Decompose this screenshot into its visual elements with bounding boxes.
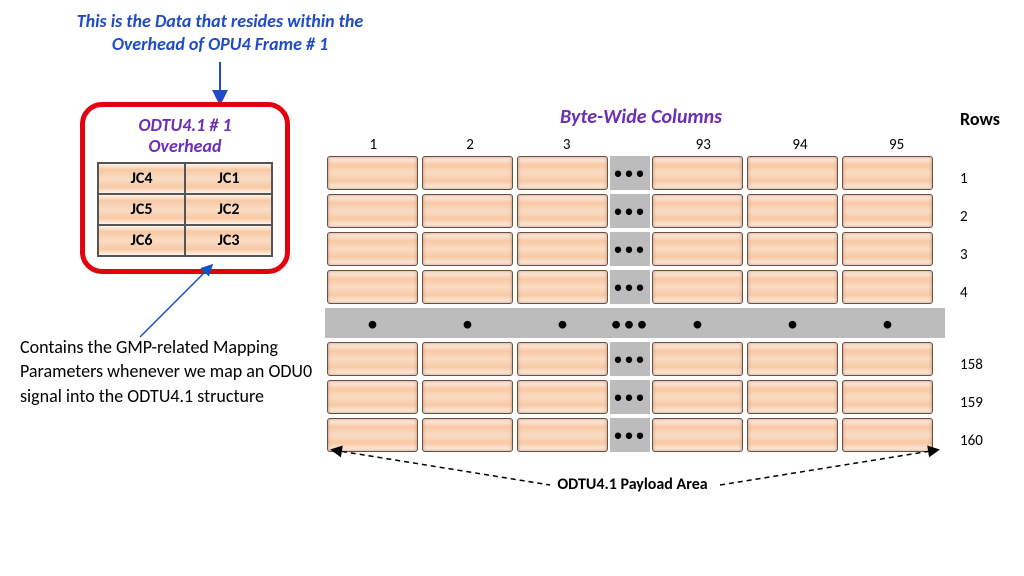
payload-cell bbox=[747, 380, 838, 414]
payload-cell bbox=[652, 270, 743, 304]
payload-cell bbox=[422, 194, 513, 228]
col-label-94: 94 bbox=[752, 136, 849, 154]
payload-cell bbox=[327, 156, 418, 190]
dot-icon: • bbox=[650, 310, 745, 337]
payload-cell bbox=[422, 380, 513, 414]
payload-cell bbox=[517, 380, 608, 414]
ellipsis-icon: ••• bbox=[610, 380, 650, 414]
jc-cell-jc4: JC4 bbox=[98, 163, 185, 194]
row-label-1: 1 bbox=[960, 160, 983, 198]
payload-cell bbox=[327, 380, 418, 414]
rows-axis-label: Rows bbox=[960, 108, 1000, 130]
jc-cell-jc2: JC2 bbox=[185, 194, 272, 225]
grid-row-ellipsis: ••••••••• bbox=[325, 308, 945, 338]
payload-cell bbox=[652, 194, 743, 228]
row-labels: 1 2 3 4 158 159 160 bbox=[960, 160, 983, 460]
payload-cell bbox=[747, 232, 838, 266]
overhead-title-line2: Overhead bbox=[149, 135, 222, 157]
dot-icon: • bbox=[515, 310, 610, 337]
payload-cell bbox=[422, 156, 513, 190]
payload-cell bbox=[747, 194, 838, 228]
dot-icon: • bbox=[745, 310, 840, 337]
payload-cell bbox=[517, 232, 608, 266]
payload-cell bbox=[652, 380, 743, 414]
row-label-159: 159 bbox=[960, 384, 983, 422]
payload-cell bbox=[422, 232, 513, 266]
payload-area-label: ODTU4.1 Payload Area bbox=[325, 475, 940, 494]
ellipsis-icon: ••• bbox=[610, 270, 650, 304]
bottom-annotation: Contains the GMP-related Mapping Paramet… bbox=[20, 335, 320, 408]
grid-top-rows: ••• ••• ••• ••• bbox=[325, 154, 945, 306]
arrow-bottom-to-overhead bbox=[140, 262, 260, 342]
payload-cell bbox=[327, 270, 418, 304]
payload-cell bbox=[517, 342, 608, 376]
payload-cell bbox=[327, 232, 418, 266]
row-label-2: 2 bbox=[960, 198, 983, 236]
payload-cell bbox=[747, 342, 838, 376]
payload-cell bbox=[652, 232, 743, 266]
dot-icon: • bbox=[325, 310, 420, 337]
payload-title: Byte-Wide Columns bbox=[560, 105, 722, 129]
payload-cell bbox=[842, 270, 933, 304]
payload-cell bbox=[842, 156, 933, 190]
col-label-95: 95 bbox=[848, 136, 945, 154]
ellipsis-icon: ••• bbox=[610, 156, 650, 190]
payload-cell bbox=[422, 342, 513, 376]
row-label-3: 3 bbox=[960, 236, 983, 274]
payload-cell bbox=[517, 156, 608, 190]
top-annotation: This is the Data that resides within the… bbox=[60, 10, 380, 55]
col-label-93: 93 bbox=[655, 136, 752, 154]
payload-cell bbox=[842, 194, 933, 228]
payload-area: Byte-Wide Columns Rows 1 2 3 93 94 95 ••… bbox=[325, 110, 945, 454]
dot-icon: • bbox=[420, 310, 515, 337]
col-label-3: 3 bbox=[518, 136, 615, 154]
overhead-title: ODTU4.1 # 1 Overhead bbox=[97, 115, 273, 156]
jc-grid: JC4 JC1 JC5 JC2 JC6 JC3 bbox=[97, 162, 273, 257]
payload-cell bbox=[842, 342, 933, 376]
ellipsis-icon: ••• bbox=[610, 310, 650, 337]
payload-cell bbox=[517, 270, 608, 304]
jc-cell-jc6: JC6 bbox=[98, 225, 185, 256]
payload-cell bbox=[652, 156, 743, 190]
overhead-title-line1: ODTU4.1 # 1 bbox=[139, 114, 232, 136]
payload-cell bbox=[747, 156, 838, 190]
col-label-1: 1 bbox=[325, 136, 422, 154]
payload-cell bbox=[652, 342, 743, 376]
payload-cell bbox=[517, 194, 608, 228]
row-label-158: 158 bbox=[960, 346, 983, 384]
jc-cell-jc3: JC3 bbox=[185, 225, 272, 256]
row-label-160: 160 bbox=[960, 422, 983, 460]
column-header-row: 1 2 3 93 94 95 bbox=[325, 136, 945, 154]
payload-cell bbox=[747, 270, 838, 304]
dot-icon: • bbox=[840, 310, 935, 337]
overhead-box: ODTU4.1 # 1 Overhead JC4 JC1 JC5 JC2 JC6… bbox=[80, 102, 290, 274]
col-label-2: 2 bbox=[422, 136, 519, 154]
payload-cell bbox=[842, 380, 933, 414]
payload-cell bbox=[842, 232, 933, 266]
jc-cell-jc1: JC1 bbox=[185, 163, 272, 194]
ellipsis-icon: ••• bbox=[610, 232, 650, 266]
ellipsis-icon: ••• bbox=[610, 194, 650, 228]
grid-bottom-rows: ••• ••• ••• bbox=[325, 340, 945, 454]
payload-cell bbox=[422, 270, 513, 304]
payload-cell bbox=[327, 194, 418, 228]
ellipsis-icon: ••• bbox=[610, 418, 650, 452]
ellipsis-icon: ••• bbox=[610, 342, 650, 376]
row-label-4: 4 bbox=[960, 274, 983, 312]
payload-cell bbox=[327, 342, 418, 376]
jc-cell-jc5: JC5 bbox=[98, 194, 185, 225]
